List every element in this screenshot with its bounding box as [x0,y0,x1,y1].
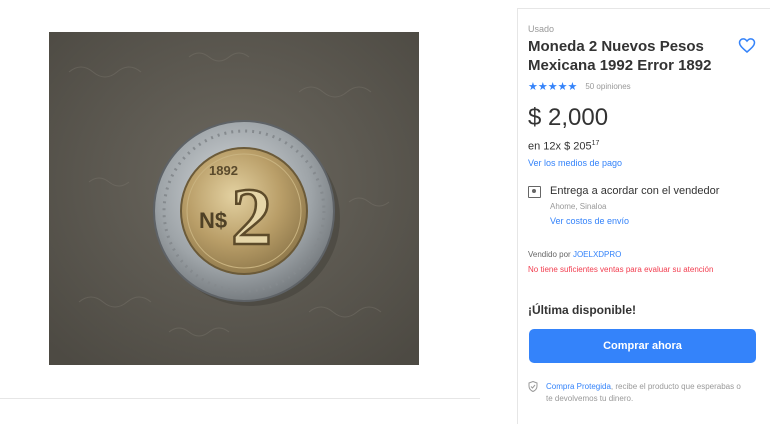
purchase-protection: Compra Protegida, recibe el producto que… [546,381,746,405]
seller-prefix: Vendido por [528,250,571,259]
product-buy-box: Usado Moneda 2 Nuevos Pesos Mexicana 199… [517,8,770,424]
price: $ 2,000 [528,104,609,131]
ratings-count: 50 opiniones [585,82,631,91]
shipping-title: Entrega a acordar con el vendedor [550,185,720,197]
coin-image: 1892 N$ 2 [49,32,419,365]
item-condition: Usado [528,24,555,34]
seller-info: Vendido por JOELXDPRO [528,250,621,259]
seller-name-link[interactable]: JOELXDPRO [573,250,621,259]
stock-status: ¡Última disponible! [528,303,636,317]
shield-icon [528,381,538,392]
product-photo[interactable]: 1892 N$ 2 [49,32,419,365]
product-gallery: 1892 N$ 2 [0,0,480,399]
installments-amount: en 12x $ 205 [528,140,592,153]
installments-cents: 17 [591,140,600,147]
coin-denomination: 2 [231,171,272,262]
shipping-costs-link[interactable]: Ver costos de envío [550,216,629,226]
calendar-icon [528,186,541,198]
rating[interactable]: ★★★★★ 50 opiniones [528,80,631,93]
protected-purchase-link[interactable]: Compra Protegida [546,382,611,391]
heart-icon[interactable] [738,37,756,55]
seller-warning: No tiene suficientes ventas para evaluar… [528,265,714,274]
payment-methods-link[interactable]: Ver los medios de pago [528,158,622,168]
star-rating-icon: ★★★★★ [528,81,578,93]
coin-currency-mark: N$ [199,208,227,233]
shipping-location: Ahome, Sinaloa [550,202,607,211]
product-title: Moneda 2 Nuevos Pesos Mexicana 1992 Erro… [528,38,712,74]
installments: en 12x $ 20517 [528,140,599,153]
buy-now-button[interactable]: Comprar ahora [529,329,756,363]
